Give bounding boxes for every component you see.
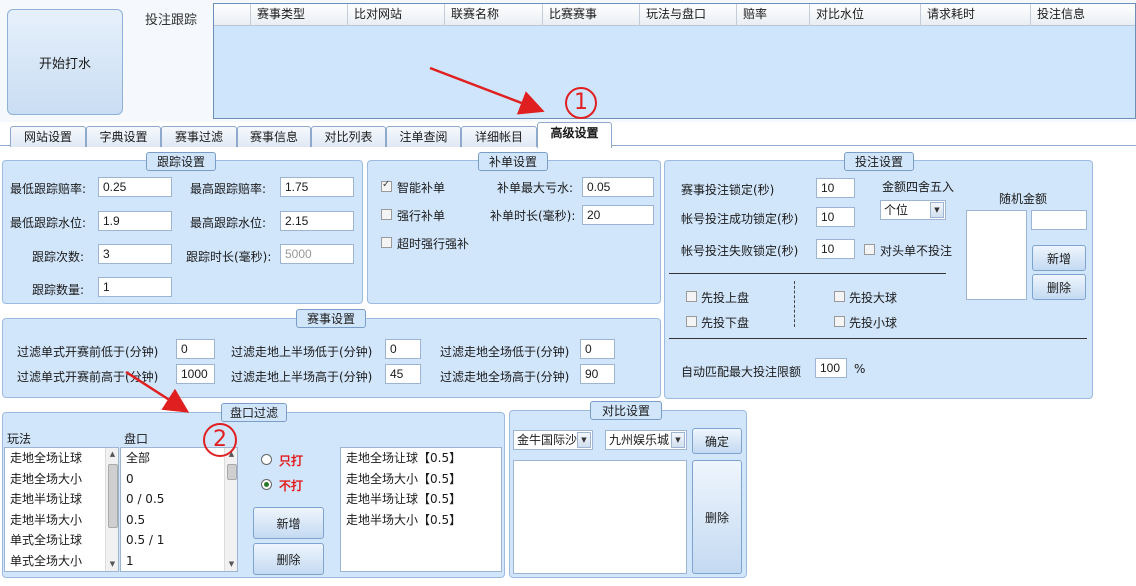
annotation-arrows <box>125 66 545 413</box>
tab-advanced[interactable]: 高级设置 <box>537 122 612 148</box>
annotation-arrow-1 <box>429 66 545 115</box>
annotation-marker-2: 2 <box>203 423 237 457</box>
annotation-arrow-2 <box>125 370 190 413</box>
annotation-marker-1: 1 <box>565 87 597 119</box>
